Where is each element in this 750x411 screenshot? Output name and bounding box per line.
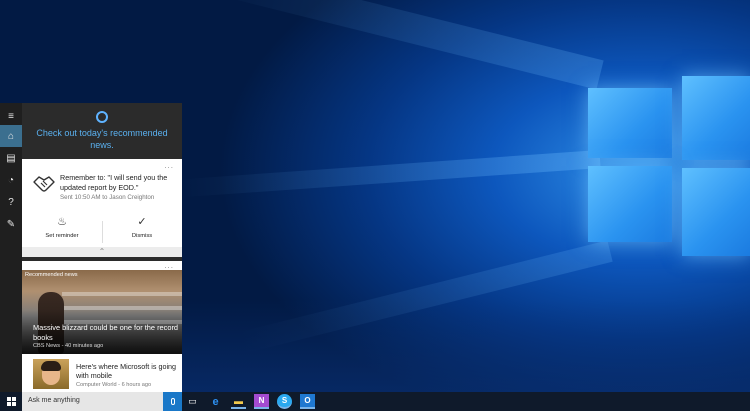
dismiss-button[interactable]: ✓ Dismiss [102, 215, 182, 245]
feedback-icon[interactable]: ✎ [0, 213, 22, 235]
cortana-sidebar: ≡ ⌂ ▤ ◔ ? ✎ [0, 103, 22, 392]
news-list-item[interactable]: Here's where Microsoft is going with mob… [22, 356, 182, 392]
news-hero-title: Massive blizzard could be one for the re… [33, 323, 179, 342]
news-card: ... Recommended news Massive blizzard co… [22, 261, 182, 392]
cortana-greeting: Check out today's recommended news. [36, 128, 168, 150]
onenote-icon[interactable]: N [254, 394, 269, 409]
home-icon[interactable]: ⌂ [0, 125, 22, 147]
edge-icon[interactable]: e [208, 394, 223, 409]
cortana-panel: ≡ ⌂ ▤ ◔ ? ✎ Check out today's recommende… [0, 103, 182, 392]
news-hero[interactable]: Recommended news Massive blizzard could … [22, 270, 182, 354]
reminder-subtitle: Sent 10:50 AM to Jason Creighton [60, 194, 155, 201]
set-reminder-button[interactable]: ♨ Set reminder [22, 215, 102, 245]
task-view-icon[interactable]: ▭ [185, 394, 200, 409]
cortana-icon [96, 111, 108, 123]
news-hero-source: CBS News - 40 minutes ago [33, 343, 104, 349]
microphone-icon [170, 398, 175, 405]
reminder-card[interactable]: ... Remember to: "I will send you the up… [22, 159, 182, 255]
lightbulb-icon: ♨ [57, 216, 67, 228]
notebook-icon[interactable]: ▤ [0, 147, 22, 169]
file-explorer-icon[interactable]: ▬ [231, 394, 246, 409]
news-card-top: ... [22, 261, 182, 270]
reminders-icon[interactable]: ◔ [0, 169, 22, 191]
outlook-icon[interactable]: O [300, 394, 315, 409]
cortana-content: Check out today's recommended news. ... … [22, 103, 182, 392]
set-reminder-label: Set reminder [45, 233, 79, 239]
cortana-search-box[interactable]: Ask me anything [22, 392, 182, 411]
skype-icon[interactable]: S [277, 394, 292, 409]
news-item-source: Computer World - 6 hours ago [76, 382, 152, 388]
news-thumbnail [33, 359, 69, 389]
cortana-header: Check out today's recommended news. [22, 103, 182, 155]
start-button[interactable] [0, 392, 22, 411]
chevron-up-icon: ⌃ [98, 247, 106, 256]
windows-logo-icon [6, 397, 16, 406]
hamburger-icon[interactable]: ≡ [0, 105, 22, 127]
dismiss-label: Dismiss [131, 233, 153, 239]
collapse-button[interactable]: ⌃ [22, 247, 182, 257]
news-item-title: Here's where Microsoft is going with mob… [76, 362, 177, 380]
news-more-options-icon[interactable]: ... [164, 261, 174, 270]
checkmark-icon: ✓ [137, 216, 147, 228]
taskbar: Ask me anything ▭ e ▬ N S O [0, 392, 750, 411]
help-icon[interactable]: ? [0, 191, 22, 213]
reminder-title: Remember to: "I will send you the update… [60, 173, 168, 192]
recommended-news-label: Recommended news [25, 272, 78, 278]
more-options-icon[interactable]: ... [164, 161, 174, 170]
search-placeholder: Ask me anything [28, 397, 80, 404]
reminder-actions: ♨ Set reminder ✓ Dismiss [22, 215, 182, 245]
handshake-icon [33, 176, 55, 192]
microphone-button[interactable] [163, 392, 182, 411]
